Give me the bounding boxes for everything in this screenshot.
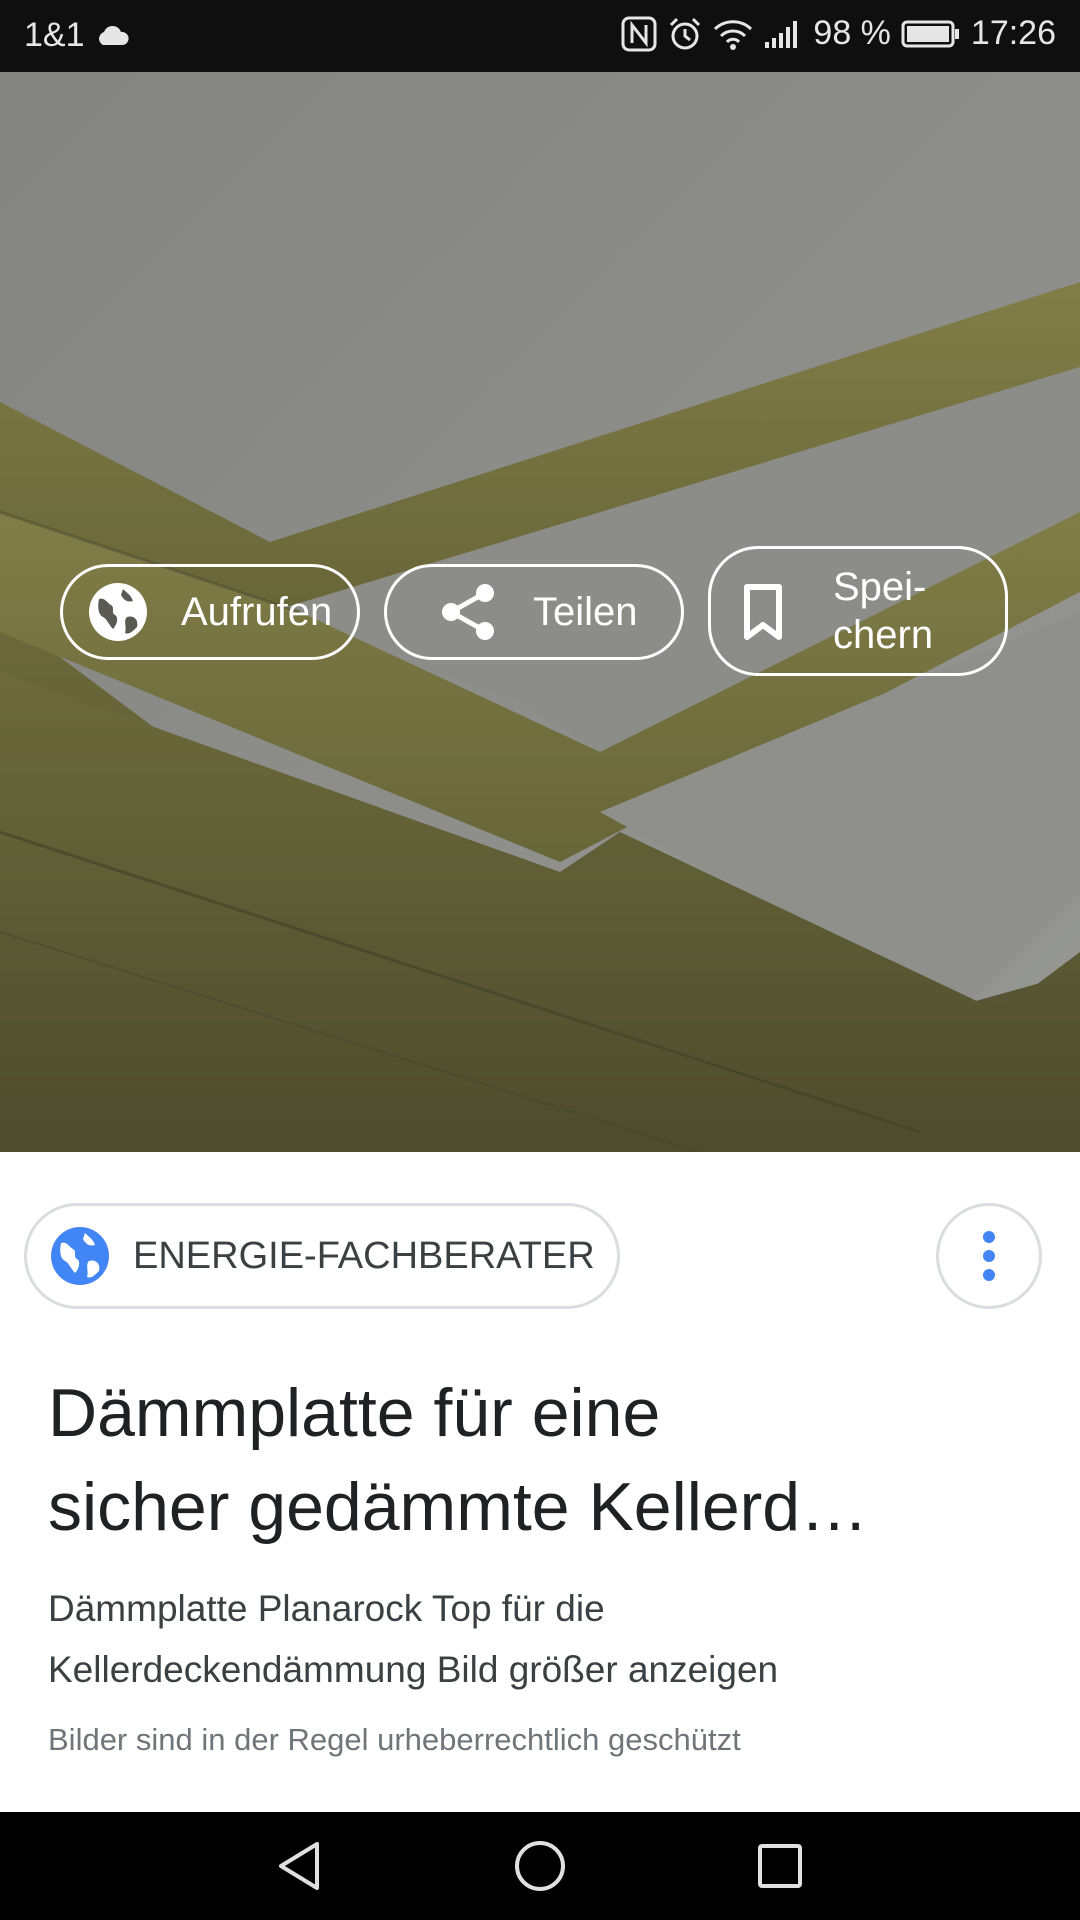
- description-line-1: Dämmplatte Planarock Top für die: [48, 1588, 605, 1629]
- description-line-2: Kellerdeckendämmung Bild größer anzeigen: [48, 1649, 779, 1690]
- alarm-icon: [670, 17, 701, 49]
- home-button[interactable]: [508, 1834, 572, 1898]
- nfc-icon: [621, 16, 657, 51]
- back-button[interactable]: [268, 1834, 332, 1898]
- bookmark-icon: [733, 581, 793, 641]
- carrier-label: 1&1: [24, 16, 85, 54]
- save-button[interactable]: Spei- chern: [708, 546, 1008, 676]
- result-title[interactable]: Dämmplatte für eine sicher gedämmte Kell…: [48, 1366, 1028, 1554]
- status-left: 1&1: [24, 16, 131, 55]
- result-description: Dämmplatte Planarock Top für die Kellerd…: [48, 1578, 1028, 1700]
- share-icon: [437, 581, 499, 643]
- save-label: Spei- chern: [833, 565, 934, 657]
- title-line-1: Dämmplatte für eine: [48, 1375, 661, 1451]
- navigation-bar: [0, 1812, 1080, 1920]
- signal-icon: [765, 20, 798, 48]
- clock: 17:26: [970, 14, 1056, 52]
- recents-icon: [758, 1844, 802, 1888]
- title-line-2: sicher gedämmte Kellerd…: [48, 1469, 869, 1545]
- more-options-button[interactable]: [936, 1203, 1042, 1309]
- source-chip[interactable]: ENERGIE-FACHBERATER: [24, 1203, 620, 1309]
- cloud-icon: [98, 25, 129, 45]
- share-label: Teilen: [533, 589, 638, 634]
- copyright-notice: Bilder sind in der Regel urheberrechtlic…: [48, 1722, 741, 1757]
- visit-button[interactable]: Aufrufen: [60, 564, 360, 660]
- more-vert-icon: [983, 1231, 995, 1281]
- battery-percent: 98 %: [813, 14, 891, 52]
- source-name: ENERGIE-FACHBERATER: [133, 1234, 595, 1277]
- home-icon: [515, 1841, 565, 1891]
- wifi-icon: [714, 19, 753, 50]
- status-bar: 1&1 98 % 17:26: [0, 0, 1080, 72]
- globe-icon: [87, 581, 149, 643]
- status-right: 98 % 17:26: [621, 14, 1056, 53]
- battery-icon: [901, 20, 959, 47]
- back-icon: [279, 1842, 319, 1890]
- globe-icon: [49, 1225, 111, 1287]
- recents-button[interactable]: [748, 1834, 812, 1898]
- visit-label: Aufrufen: [181, 589, 333, 634]
- share-button[interactable]: Teilen: [384, 564, 684, 660]
